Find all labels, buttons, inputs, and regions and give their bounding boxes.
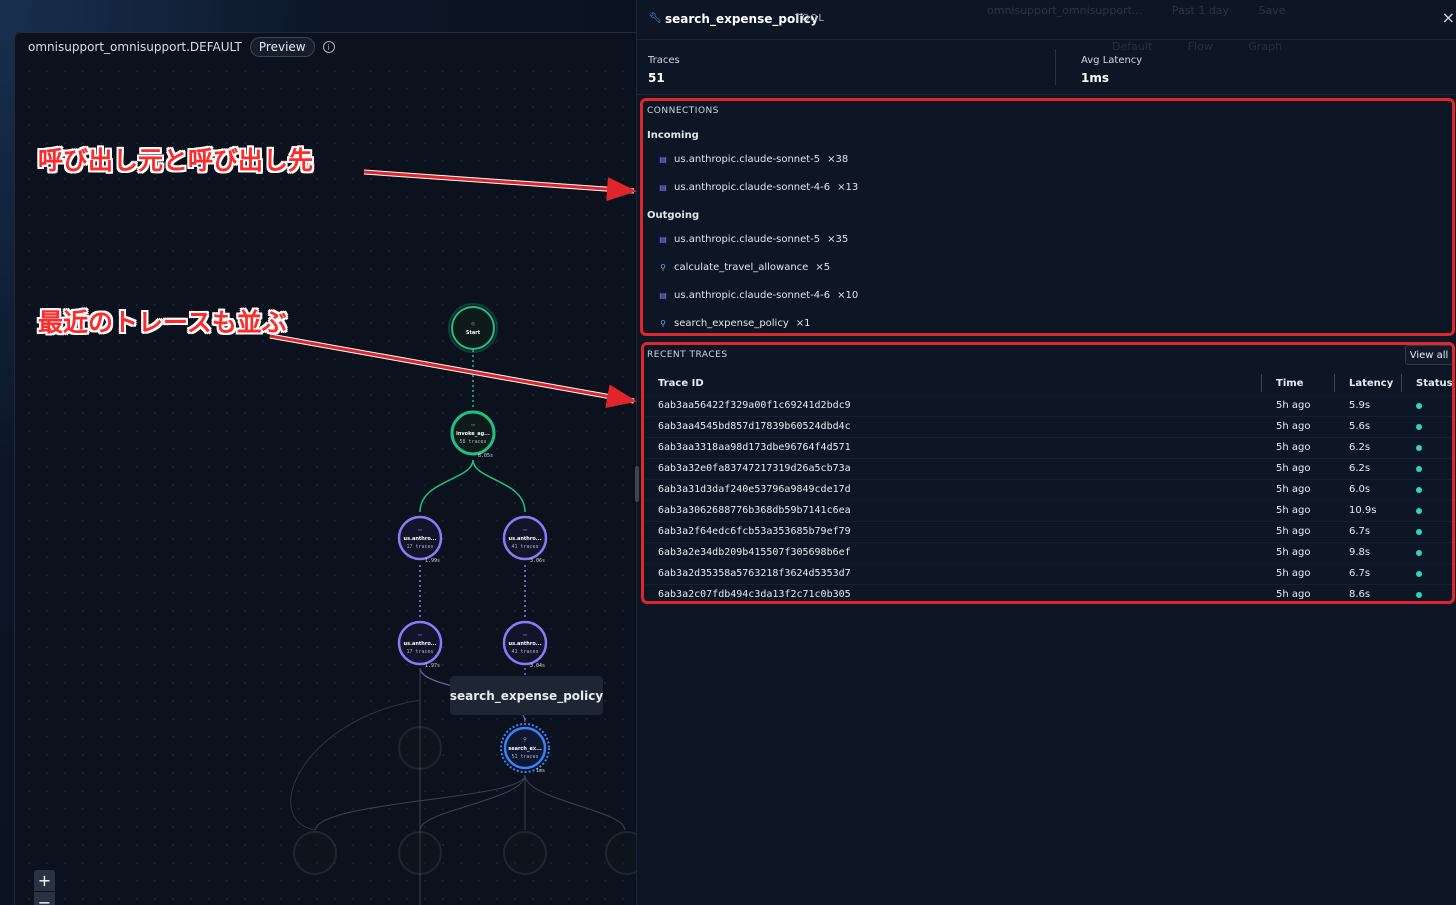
node-l2b-label: us.anthro... bbox=[509, 641, 542, 647]
stats-row: Traces 51 Avg Latency 1ms bbox=[637, 41, 1456, 95]
ghost-topbar-item: Save bbox=[1258, 4, 1286, 17]
node-search-expense-policy[interactable]: ⚲ search_ex... 51 traces 1ms bbox=[500, 723, 550, 774]
node-l1b-latency: 3.06s bbox=[530, 558, 545, 564]
node-l1a-label: us.anthro... bbox=[404, 536, 437, 542]
node-tooltip: search_expense_policy bbox=[450, 676, 603, 715]
panel-resize-handle[interactable] bbox=[635, 466, 639, 502]
highlight-box-connections bbox=[640, 98, 1455, 336]
tool-type-badge: TOOL bbox=[795, 13, 825, 24]
node-search-latency: 1ms bbox=[536, 768, 545, 774]
annotation-callers: 呼び出し元と呼び出し先 bbox=[38, 146, 314, 175]
edge-faded-5 bbox=[524, 774, 626, 831]
annotation-recent-traces: 最近のトレースも並ぶ bbox=[38, 308, 287, 337]
close-icon[interactable]: × bbox=[1442, 8, 1455, 27]
node-l1b-label: us.anthro... bbox=[509, 536, 542, 542]
node-l2a-latency: 1.97s bbox=[425, 663, 440, 669]
svg-text:⚲: ⚲ bbox=[523, 737, 527, 743]
latency-stat-value: 1ms bbox=[1081, 71, 1109, 85]
node-invoke-latency: 8.05s bbox=[478, 453, 493, 459]
svg-text:◎: ◎ bbox=[471, 321, 474, 327]
graph-svg: ◎ Start ▭ invoke_ag... 58 traces 8.05s ▭… bbox=[290, 303, 636, 905]
node-invoke-traces: 58 traces bbox=[459, 439, 486, 445]
node-start-label: Start bbox=[466, 330, 481, 336]
svg-text:▭: ▭ bbox=[418, 632, 421, 638]
node-l1a[interactable]: ▭ us.anthro... 17 traces 1.99s bbox=[397, 515, 443, 564]
node-l2b-traces: 41 traces bbox=[511, 649, 538, 655]
latency-stat-label: Avg Latency bbox=[1081, 55, 1143, 66]
ghost-topbar-item: Past 1 day bbox=[1171, 4, 1230, 17]
node-start[interactable]: ◎ Start bbox=[448, 303, 498, 353]
node-l1b[interactable]: ▭ us.anthro... 41 traces 3.06s bbox=[502, 515, 548, 564]
svg-text:▭: ▭ bbox=[523, 632, 526, 638]
zoom-out-button[interactable]: − bbox=[34, 892, 55, 905]
faded-nodes bbox=[293, 726, 636, 875]
node-invoke[interactable]: ▭ invoke_ag... 58 traces 8.05s bbox=[450, 410, 496, 459]
node-search-traces: 51 traces bbox=[511, 754, 538, 760]
node-l1a-latency: 1.99s bbox=[425, 558, 440, 564]
node-l2b-latency: 3.04s bbox=[530, 663, 545, 669]
node-l2a-traces: 17 traces bbox=[406, 649, 433, 655]
traces-stat-value: 51 bbox=[648, 71, 665, 85]
node-l2a[interactable]: ▭ us.anthro... 17 traces 1.97s bbox=[397, 620, 443, 669]
edge-faded-6 bbox=[290, 699, 421, 831]
edge-invoke-l1b bbox=[472, 459, 526, 513]
ghost-topbar: omnisupport_omnisupport... Past 1 day Sa… bbox=[987, 4, 1312, 17]
node-invoke-label: invoke_ag... bbox=[456, 431, 490, 437]
node-search-label: search_ex... bbox=[508, 746, 542, 752]
node-l2b[interactable]: ▭ us.anthro... 41 traces 3.04s bbox=[502, 620, 548, 669]
wrench-icon: 🔧︎ bbox=[649, 13, 662, 24]
stats-divider bbox=[1055, 49, 1056, 85]
node-l1a-traces: 17 traces bbox=[406, 544, 433, 550]
ghost-topbar-item: omnisupport_omnisupport... bbox=[987, 4, 1143, 17]
node-l2a-label: us.anthro... bbox=[404, 641, 437, 647]
svg-text:▭: ▭ bbox=[418, 527, 421, 533]
zoom-in-button[interactable]: + bbox=[34, 870, 55, 891]
svg-text:▭: ▭ bbox=[471, 422, 474, 428]
traces-stat-label: Traces bbox=[648, 55, 680, 66]
edge-invoke-l1a bbox=[419, 459, 474, 513]
svg-text:▭: ▭ bbox=[523, 527, 526, 533]
highlight-box-traces bbox=[641, 342, 1455, 604]
edge-faded-3 bbox=[419, 774, 526, 831]
panel-header: omnisupport_omnisupport... Past 1 day Sa… bbox=[637, 0, 1456, 40]
node-l1b-traces: 41 traces bbox=[511, 544, 538, 550]
